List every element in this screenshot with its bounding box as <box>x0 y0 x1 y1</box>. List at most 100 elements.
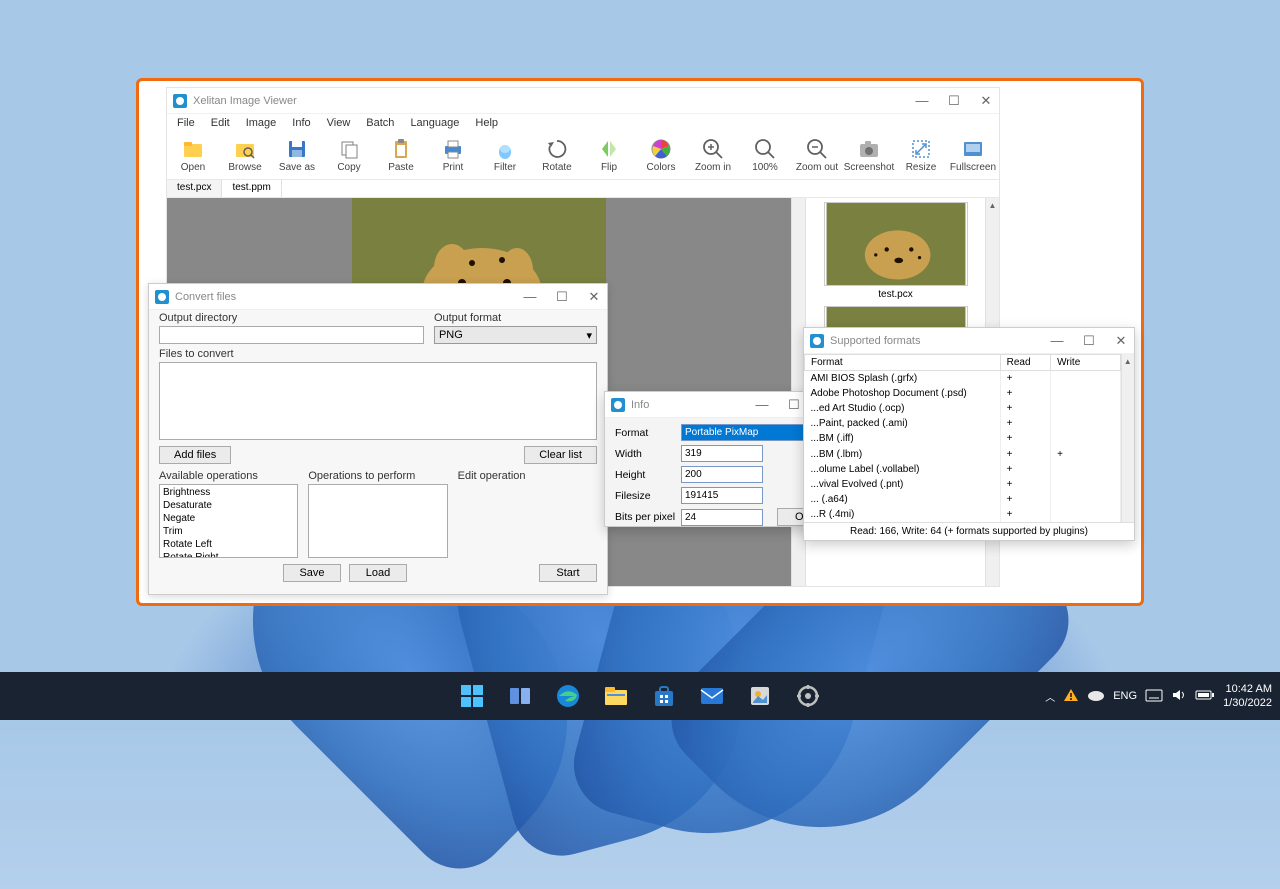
volume-icon[interactable] <box>1171 688 1187 705</box>
avail-ops-list[interactable]: BrightnessDesaturateNegateTrimRotate Lef… <box>159 484 298 558</box>
close-button[interactable]: ✕ <box>1114 333 1128 349</box>
system-tray: ︿ ENG 10:42 AM 1/30/2022 <box>1045 682 1272 710</box>
minimize-button[interactable]: — <box>755 397 769 413</box>
mail-icon[interactable] <box>691 675 733 717</box>
col-read[interactable]: Read <box>1000 355 1050 371</box>
toolbar-paste[interactable]: Paste <box>375 132 427 179</box>
print-icon <box>442 138 464 160</box>
list-item[interactable]: Trim <box>161 525 296 538</box>
menu-batch[interactable]: Batch <box>362 117 398 129</box>
table-row[interactable]: ...R (.4mi)+ <box>805 507 1121 522</box>
formats-titlebar[interactable]: Supported formats — ☐ ✕ <box>804 328 1134 354</box>
start-button[interactable]: Start <box>539 564 597 582</box>
minimize-button[interactable]: — <box>523 289 537 305</box>
toolbar-rotate[interactable]: Rotate <box>531 132 583 179</box>
toolbar-colors[interactable]: Colors <box>635 132 687 179</box>
close-button[interactable]: ✕ <box>979 93 993 109</box>
table-row[interactable]: ...Paint, packed (.ami)+ <box>805 416 1121 431</box>
minimize-button[interactable]: — <box>1050 333 1064 349</box>
formats-scrollbar[interactable]: ▲ <box>1121 354 1134 522</box>
toolbar-filter[interactable]: Filter <box>479 132 531 179</box>
toolbar-label: Zoom in <box>695 162 731 173</box>
width-value[interactable] <box>681 445 763 462</box>
list-item[interactable]: Rotate Right <box>161 551 296 558</box>
toolbar-copy[interactable]: Copy <box>323 132 375 179</box>
table-row[interactable]: ...ed Art Studio (.ocp)+ <box>805 401 1121 416</box>
output-format-select[interactable]: PNG▾ <box>434 326 597 344</box>
formats-window: Supported formats — ☐ ✕ Format Read Writ… <box>803 327 1135 541</box>
battery-icon[interactable] <box>1195 689 1215 704</box>
store-icon[interactable] <box>643 675 685 717</box>
list-item[interactable]: Negate <box>161 512 296 525</box>
filesize-value[interactable] <box>681 487 763 504</box>
menu-image[interactable]: Image <box>242 117 281 129</box>
table-row[interactable]: ...BM (.lbm)++ <box>805 446 1121 461</box>
table-row[interactable]: ...vival Evolved (.pnt)+ <box>805 477 1121 492</box>
toolbar-zoomout[interactable]: Zoom out <box>791 132 843 179</box>
toolbar-resize[interactable]: Resize <box>895 132 947 179</box>
table-row[interactable]: ...BM (.iff)+ <box>805 431 1121 446</box>
convert-titlebar[interactable]: Convert files — ☐ ✕ <box>149 284 607 310</box>
tab-testpcx[interactable]: test.pcx <box>167 180 222 197</box>
info-title: Info <box>631 399 649 411</box>
menu-language[interactable]: Language <box>406 117 463 129</box>
toolbar-saveas[interactable]: Save as <box>271 132 323 179</box>
list-item[interactable]: Rotate Left <box>161 538 296 551</box>
bpp-value[interactable] <box>681 509 763 526</box>
camera-icon <box>858 138 880 160</box>
save-button[interactable]: Save <box>283 564 341 582</box>
language-indicator[interactable]: ENG <box>1113 690 1137 702</box>
tray-chevron-icon[interactable]: ︿ <box>1045 689 1055 704</box>
clear-list-button[interactable]: Clear list <box>524 446 597 464</box>
menu-edit[interactable]: Edit <box>207 117 234 129</box>
maximize-button[interactable]: ☐ <box>1082 333 1096 349</box>
col-format[interactable]: Format <box>805 355 1001 371</box>
toolbar-flip[interactable]: Flip <box>583 132 635 179</box>
output-dir-input[interactable] <box>159 326 424 344</box>
onedrive-icon[interactable] <box>1087 689 1105 704</box>
thumb-testpcx[interactable]: test.pcx <box>810 202 981 300</box>
toolbar-screenshot[interactable]: Screenshot <box>843 132 895 179</box>
explorer-icon[interactable] <box>595 675 637 717</box>
close-button[interactable]: ✕ <box>587 289 601 305</box>
files-list[interactable] <box>159 362 597 440</box>
maximize-button[interactable]: ☐ <box>555 289 569 305</box>
main-titlebar[interactable]: Xelitan Image Viewer — ☐ ✕ <box>167 88 999 114</box>
flip-icon <box>598 138 620 160</box>
col-write[interactable]: Write <box>1051 355 1120 371</box>
toolbar-zoomin[interactable]: Zoom in <box>687 132 739 179</box>
table-row[interactable]: AMI BIOS Splash (.grfx)+ <box>805 371 1121 387</box>
table-row[interactable]: ...olume Label (.vollabel)+ <box>805 462 1121 477</box>
paste-icon <box>390 138 412 160</box>
menu-view[interactable]: View <box>323 117 355 129</box>
keyboard-icon[interactable] <box>1145 688 1163 705</box>
zoomin-icon <box>702 138 724 160</box>
add-files-button[interactable]: Add files <box>159 446 231 464</box>
toolbar-open[interactable]: Open <box>167 132 219 179</box>
toolbar-print[interactable]: Print <box>427 132 479 179</box>
table-row[interactable]: ... (.a64)+ <box>805 492 1121 507</box>
menu-file[interactable]: File <box>173 117 199 129</box>
taskview-icon[interactable] <box>499 675 541 717</box>
tab-testppm[interactable]: test.ppm <box>222 180 281 197</box>
clock[interactable]: 10:42 AM 1/30/2022 <box>1223 682 1272 710</box>
toolbar-100%[interactable]: 100% <box>739 132 791 179</box>
list-item[interactable]: Brightness <box>161 486 296 499</box>
load-button[interactable]: Load <box>349 564 407 582</box>
minimize-button[interactable]: — <box>915 93 929 109</box>
maximize-button[interactable]: ☐ <box>787 397 801 413</box>
start-button[interactable] <box>451 675 493 717</box>
list-item[interactable]: Desaturate <box>161 499 296 512</box>
table-row[interactable]: Adobe Photoshop Document (.psd)+ <box>805 386 1121 401</box>
warning-icon[interactable] <box>1063 688 1079 705</box>
maximize-button[interactable]: ☐ <box>947 93 961 109</box>
toolbar-fullscreen[interactable]: Fullscreen <box>947 132 999 179</box>
height-value[interactable] <box>681 466 763 483</box>
toolbar-browse[interactable]: Browse <box>219 132 271 179</box>
menu-info[interactable]: Info <box>288 117 314 129</box>
perform-ops-list[interactable] <box>308 484 447 558</box>
settings-icon[interactable] <box>787 675 829 717</box>
edge-icon[interactable] <box>547 675 589 717</box>
menu-help[interactable]: Help <box>471 117 502 129</box>
app-icon[interactable] <box>739 675 781 717</box>
